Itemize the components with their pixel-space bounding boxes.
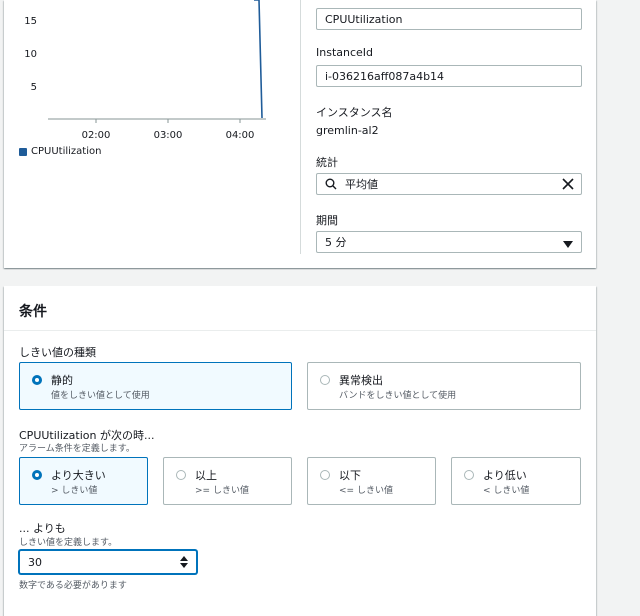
tile-description: 値をしきい値として使用: [51, 391, 150, 401]
tile-description: <= しきい値: [339, 486, 393, 496]
y-tick-label: 5: [31, 82, 37, 93]
period-value: 5 分: [325, 236, 347, 249]
tile-description: >= しきい値: [195, 486, 249, 496]
tile-title: より大きい: [51, 469, 106, 482]
metric-name-value: CPUUtilization: [325, 12, 403, 26]
instance-name-label: インスタンス名: [316, 106, 393, 119]
threshold-type-static[interactable]: 静的 値をしきい値として使用: [19, 362, 292, 410]
period-label: 期間: [316, 214, 338, 227]
chart-legend[interactable]: CPUUtilization: [19, 146, 101, 157]
threshold-type-anomaly[interactable]: 異常検出 バンドをしきい値として使用: [307, 362, 581, 410]
stepper-icon[interactable]: [180, 556, 188, 571]
instance-id-value: i-036216aff087a4b14: [325, 69, 445, 83]
threshold-hint: 数字である必要があります: [19, 581, 127, 591]
threshold-value-label: ... よりも: [19, 522, 66, 535]
threshold-type-label: しきい値の種類: [19, 346, 96, 359]
close-icon[interactable]: [561, 177, 575, 194]
x-tick-label: 04:00: [226, 130, 255, 141]
statistic-value: 平均値: [345, 178, 378, 191]
operator-less-equal[interactable]: 以下 <= しきい値: [307, 457, 436, 505]
divider: [300, 0, 301, 254]
conditions-panel: 条件 しきい値の種類 静的 値をしきい値として使用 異常検出 バンドをしきい値と…: [4, 286, 596, 616]
statistic-search-input[interactable]: 平均値: [316, 173, 582, 195]
operator-less[interactable]: より低い < しきい値: [451, 457, 581, 505]
radio-button[interactable]: [176, 470, 186, 480]
tile-title: 以上: [195, 469, 217, 482]
tile-title: 静的: [51, 374, 73, 387]
search-icon: [325, 178, 339, 190]
metric-name-field[interactable]: CPUUtilization: [316, 8, 582, 30]
legend-label: CPUUtilization: [31, 146, 102, 157]
instance-id-label: InstanceId: [316, 46, 374, 59]
radio-button[interactable]: [32, 375, 42, 385]
cpu-chart: 15 10 5 02:00 03:00 04:00: [24, 0, 266, 141]
caret-down-icon: [563, 239, 573, 252]
tile-description: < しきい値: [483, 486, 530, 496]
radio-button[interactable]: [320, 470, 330, 480]
tile-description: バンドをしきい値として使用: [339, 391, 457, 401]
threshold-value-input[interactable]: 30: [19, 550, 197, 574]
period-select[interactable]: 5 分: [316, 231, 582, 253]
radio-button[interactable]: [320, 375, 330, 385]
tile-title: 以下: [339, 469, 361, 482]
legend-swatch: [19, 147, 27, 156]
y-tick-label: 15: [24, 16, 37, 27]
x-tick-label: 02:00: [82, 130, 111, 141]
operator-greater-equal[interactable]: 以上 >= しきい値: [163, 457, 292, 505]
section-title: 条件: [19, 304, 47, 320]
radio-button[interactable]: [32, 470, 42, 480]
section-header: 条件: [4, 286, 596, 331]
threshold-value-desc: しきい値を定義します。: [19, 538, 118, 548]
x-tick-label: 03:00: [154, 130, 183, 141]
series-line: [254, 0, 263, 119]
tile-title: より低い: [483, 469, 527, 482]
threshold-value: 30: [28, 555, 42, 569]
metric-panel: 15 10 5 02:00 03:00 04:00 CPUUtilization…: [4, 0, 596, 268]
instance-id-field[interactable]: i-036216aff087a4b14: [316, 65, 582, 87]
statistic-label: 統計: [316, 156, 338, 169]
tile-title: 異常検出: [339, 374, 383, 387]
y-tick-label: 10: [24, 49, 37, 60]
radio-button[interactable]: [464, 470, 474, 480]
condition-when-desc: アラーム条件を定義します。: [19, 444, 135, 454]
instance-name-value: gremlin-al2: [316, 124, 379, 137]
operator-greater[interactable]: より大きい > しきい値: [19, 457, 148, 505]
tile-description: > しきい値: [51, 486, 98, 496]
